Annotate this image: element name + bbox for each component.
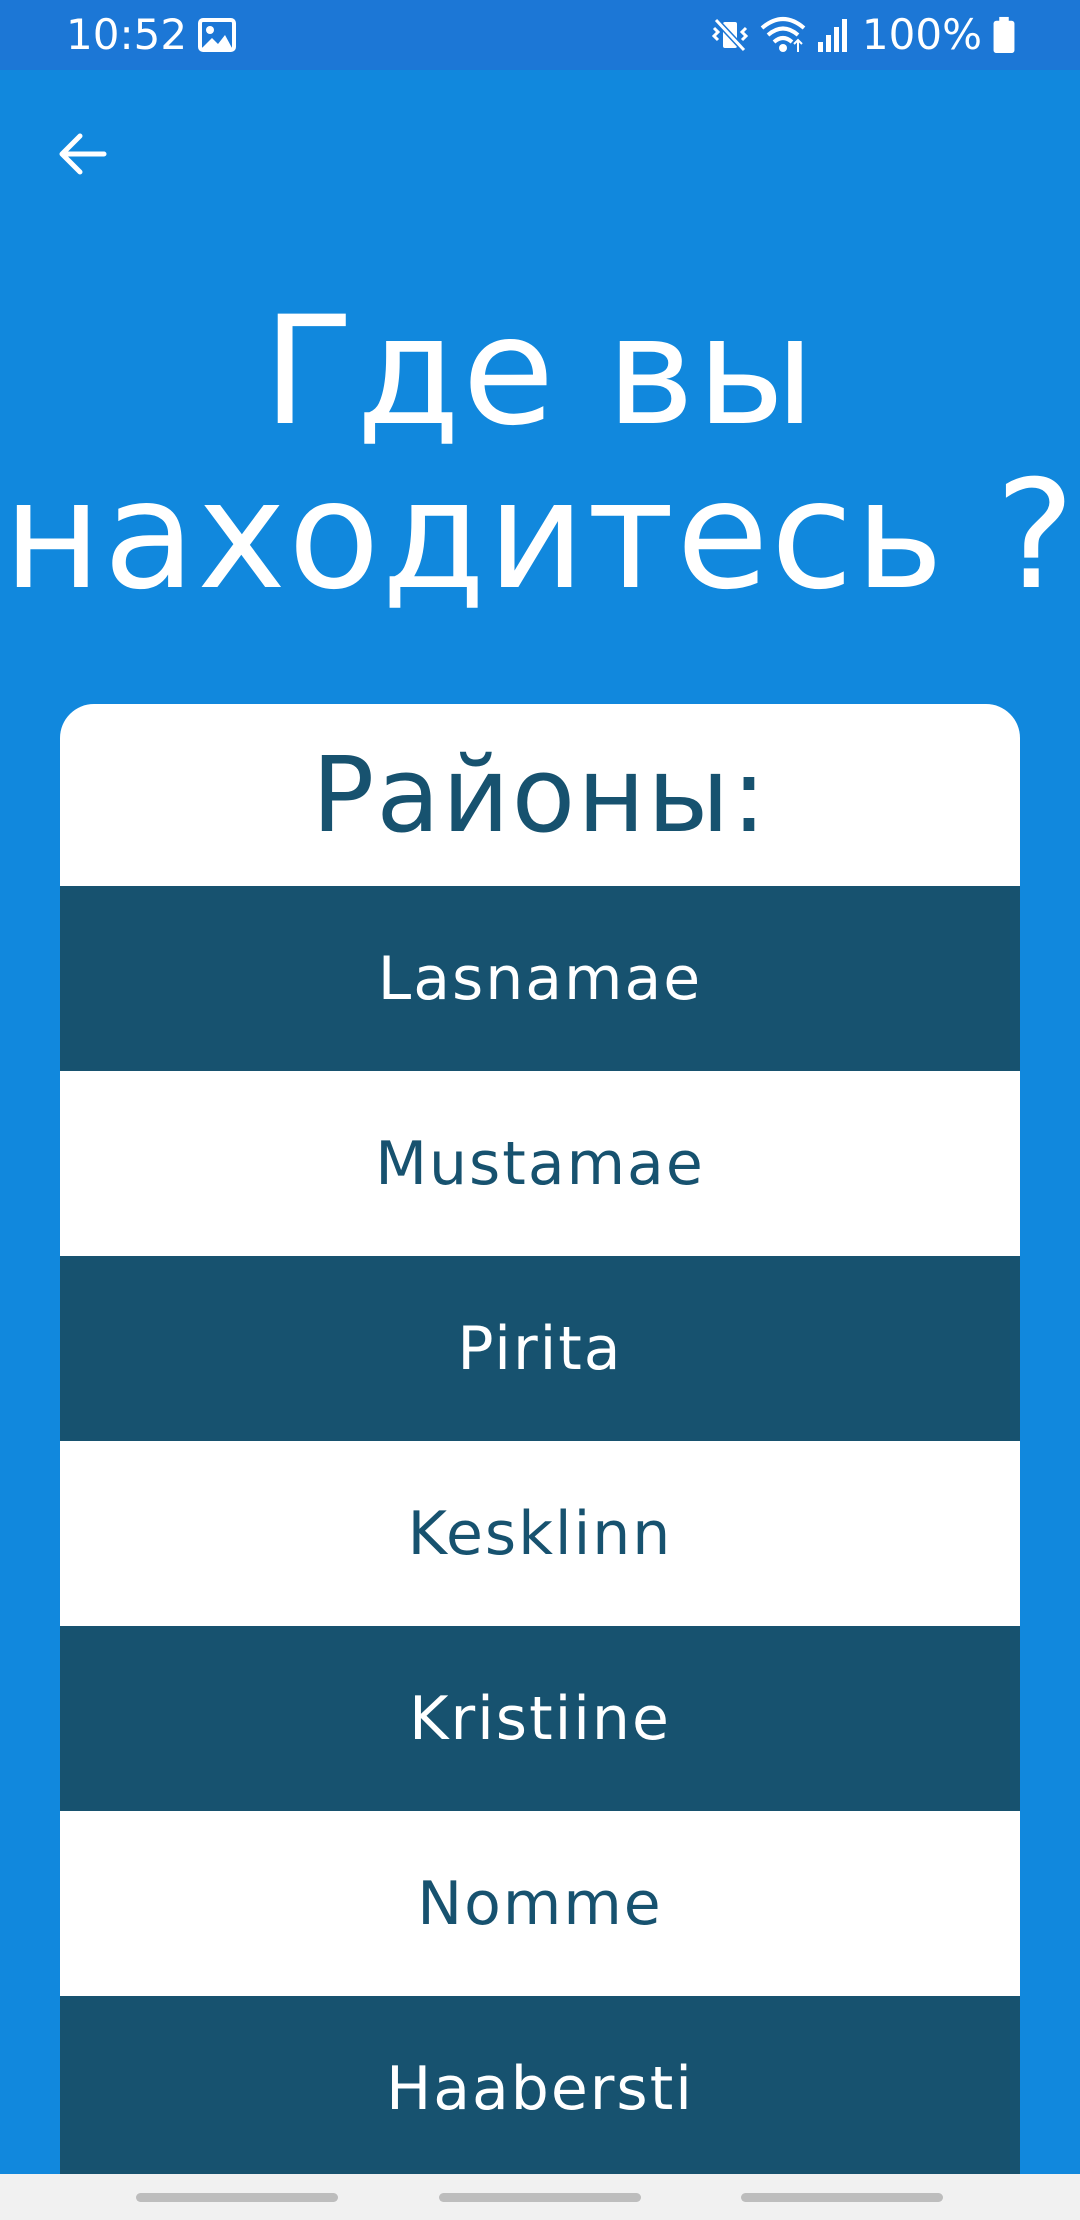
status-time: 10:52: [66, 10, 188, 59]
battery-icon: [993, 16, 1015, 54]
district-item-mustamae[interactable]: Mustamae: [60, 1071, 1020, 1256]
status-bar: 10:52 100%: [0, 0, 1080, 70]
nav-home-button[interactable]: [439, 2193, 641, 2202]
district-item-nomme[interactable]: Nomme: [60, 1811, 1020, 1996]
district-item-kesklinn[interactable]: Kesklinn: [60, 1441, 1020, 1626]
district-item-kristiine[interactable]: Kristiine: [60, 1626, 1020, 1811]
district-list: Lasnamae Mustamae Pirita Kesklinn Kristi…: [60, 886, 1020, 2174]
nav-recent-apps-button[interactable]: [136, 2193, 338, 2202]
nav-back-button[interactable]: [741, 2193, 943, 2202]
back-button[interactable]: [46, 118, 118, 190]
district-item-haabersti[interactable]: Haabersti: [60, 1996, 1020, 2174]
navigation-bar: [0, 2174, 1080, 2220]
screen: 10:52 100% Где вы находитесь ? Районы: L…: [0, 0, 1080, 2220]
page-title: Где вы находитесь ?: [3, 285, 1077, 623]
districts-card: Районы: Lasnamae Mustamae Pirita Kesklin…: [60, 704, 1020, 2174]
signal-icon: [817, 19, 847, 52]
district-item-lasnamae[interactable]: Lasnamae: [60, 886, 1020, 1071]
battery-percentage: 100%: [861, 10, 982, 59]
status-icons: 100%: [700, 12, 1016, 58]
arrow-left-icon: [59, 133, 107, 175]
card-title: Районы:: [311, 734, 769, 856]
mute-vibrate-icon: [711, 17, 749, 53]
district-item-pirita[interactable]: Pirita: [60, 1256, 1020, 1441]
gallery-icon: [198, 18, 236, 52]
wifi-icon: [760, 17, 806, 52]
